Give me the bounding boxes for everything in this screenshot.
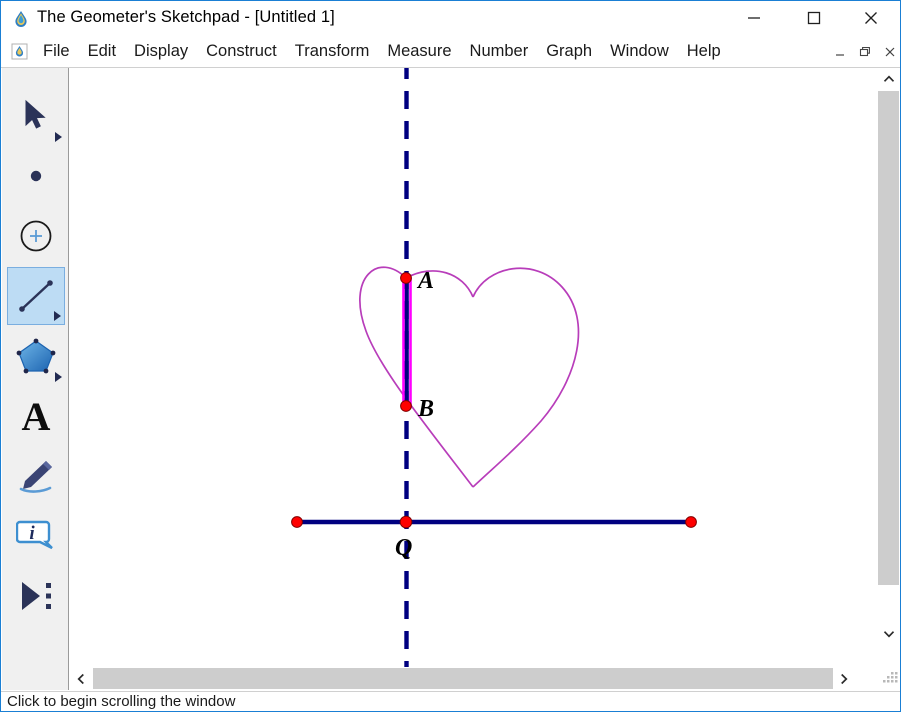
menu-item-list: File Edit Display Construct Transform Me…	[34, 36, 730, 67]
mdi-close-button[interactable]	[879, 41, 901, 62]
window-maximize-button[interactable]	[791, 1, 837, 35]
vertical-scrollbar[interactable]	[877, 68, 900, 667]
mdi-restore-button[interactable]	[854, 41, 876, 62]
title-bar: The Geometer's Sketchpad - [Untitled 1]	[1, 1, 900, 36]
vertical-scrollbar-thumb[interactable]	[878, 91, 899, 585]
scrollbar-corner	[2, 667, 69, 690]
window-title: The Geometer's Sketchpad - [Untitled 1]	[37, 8, 335, 27]
tool-palette: A i	[2, 68, 69, 667]
arrow-select-tool[interactable]	[7, 87, 65, 145]
scroll-down-button[interactable]	[877, 623, 900, 645]
submenu-arrow-icon[interactable]	[54, 311, 61, 321]
horizontal-scrollbar-thumb[interactable]	[93, 668, 855, 689]
compass-tool[interactable]	[7, 207, 65, 265]
menu-item-construct[interactable]: Construct	[197, 42, 286, 61]
point-A[interactable]	[401, 273, 412, 284]
menu-item-graph[interactable]: Graph	[537, 42, 601, 61]
canvas-resize-grip[interactable]	[878, 668, 900, 690]
marker-tool[interactable]	[7, 447, 65, 505]
scroll-up-button[interactable]	[877, 68, 900, 90]
window-close-button[interactable]	[848, 1, 894, 35]
window-minimize-button[interactable]	[731, 1, 777, 35]
submenu-arrow-icon[interactable]	[55, 372, 62, 382]
sketchpad-window: The Geometer's Sketchpad - [Untitled 1] …	[0, 0, 901, 712]
straightedge-tool[interactable]	[7, 267, 65, 325]
point-Q[interactable]	[400, 516, 412, 528]
line-right-endpoint[interactable]	[686, 517, 697, 528]
heart-curve-left[interactable]	[360, 267, 473, 487]
menu-item-window[interactable]: Window	[601, 42, 678, 61]
submenu-arrow-icon[interactable]	[55, 132, 62, 142]
sketch-drawing[interactable]: A B Q	[70, 68, 877, 667]
polygon-tool[interactable]	[7, 327, 65, 385]
text-tool[interactable]: A	[7, 387, 65, 445]
document-droplet-icon[interactable]	[11, 43, 28, 60]
menu-item-help[interactable]: Help	[678, 42, 730, 61]
heart-curve-right[interactable]	[473, 268, 578, 487]
menu-bar: File Edit Display Construct Transform Me…	[1, 36, 900, 68]
menu-item-number[interactable]: Number	[461, 42, 538, 61]
sketch-canvas[interactable]: A B Q	[70, 68, 877, 667]
menu-item-file[interactable]: File	[34, 42, 79, 61]
svg-text:i: i	[29, 523, 35, 544]
point-B[interactable]	[401, 401, 412, 412]
label-point-A[interactable]: A	[416, 268, 434, 294]
custom-tools-button[interactable]	[7, 567, 65, 625]
status-bar: Click to begin scrolling the window	[1, 691, 900, 711]
menu-item-measure[interactable]: Measure	[378, 42, 460, 61]
mdi-minimize-button[interactable]	[829, 41, 851, 62]
label-point-B[interactable]: B	[417, 396, 434, 422]
scroll-left-button[interactable]	[70, 667, 92, 690]
svg-text:A: A	[22, 396, 51, 436]
menu-item-transform[interactable]: Transform	[286, 42, 379, 61]
point-tool[interactable]	[7, 147, 65, 205]
information-tool[interactable]: i	[7, 507, 65, 565]
line-left-endpoint[interactable]	[292, 517, 303, 528]
status-message: Click to begin scrolling the window	[7, 693, 235, 710]
menu-item-edit[interactable]: Edit	[79, 42, 125, 61]
heart-curve-left-upper[interactable]	[406, 271, 473, 297]
label-point-Q[interactable]: Q	[395, 535, 412, 561]
menu-item-display[interactable]: Display	[125, 42, 197, 61]
sketchpad-droplet-icon	[12, 10, 30, 28]
scroll-right-button[interactable]	[833, 667, 855, 690]
horizontal-scrollbar[interactable]	[70, 667, 877, 690]
